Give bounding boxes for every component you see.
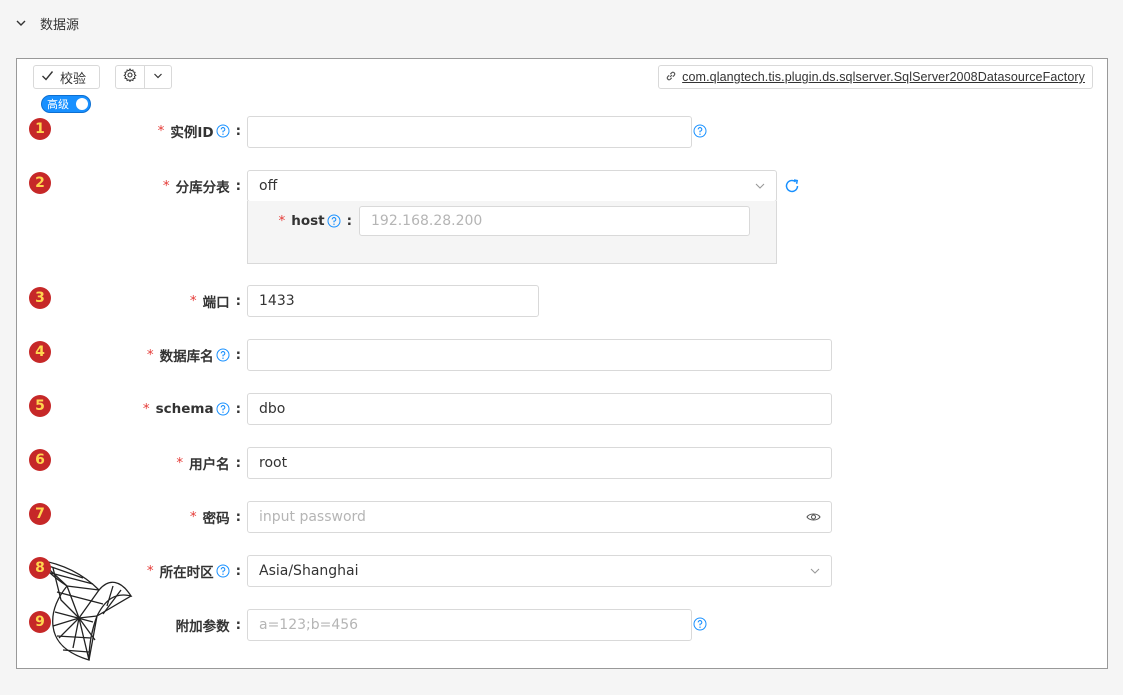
- timezone-select[interactable]: Asia/Shanghai: [247, 555, 832, 587]
- field-label-instance-id: * 实例ID :: [157, 123, 241, 141]
- required-mark: *: [157, 123, 165, 139]
- help-icon[interactable]: [216, 402, 230, 416]
- help-icon[interactable]: [216, 564, 230, 578]
- field-label-timezone: * 所在时区 :: [146, 563, 241, 581]
- help-icon[interactable]: [693, 617, 707, 635]
- step-badge-3: 3: [29, 287, 51, 309]
- gear-icon: [123, 68, 137, 86]
- settings-dropdown-button[interactable]: [145, 66, 171, 88]
- help-icon[interactable]: [327, 214, 341, 228]
- gear-button[interactable]: [116, 66, 146, 88]
- toggle-knob: [76, 98, 88, 110]
- plugin-link-button[interactable]: com.qlangtech.tis.plugin.ds.sqlserver.Sq…: [658, 65, 1093, 89]
- eye-icon[interactable]: [806, 510, 821, 528]
- required-mark: *: [176, 455, 184, 471]
- schema-input[interactable]: dbo: [247, 393, 832, 425]
- sharding-select[interactable]: off: [247, 170, 777, 202]
- field-label-database-name: * 数据库名 :: [146, 347, 241, 365]
- field-label-extra-params: 附加参数 :: [175, 617, 241, 635]
- field-label-schema: * schema :: [142, 401, 241, 417]
- chevron-down-icon: [809, 565, 821, 581]
- chevron-down-icon: [754, 180, 766, 196]
- plugin-link-text: com.qlangtech.tis.plugin.ds.sqlserver.Sq…: [682, 70, 1085, 84]
- step-badge-1: 1: [29, 118, 51, 140]
- validate-label: 校验: [60, 71, 87, 87]
- settings-button-group: [115, 65, 172, 89]
- host-input[interactable]: 192.168.28.200: [359, 206, 750, 236]
- check-icon: [41, 69, 54, 86]
- username-input[interactable]: root: [247, 447, 832, 479]
- required-mark: *: [146, 347, 154, 363]
- help-icon[interactable]: [693, 124, 707, 142]
- sharding-select-value: off: [259, 178, 278, 194]
- required-mark: *: [189, 509, 197, 525]
- extra-params-input[interactable]: a=123;b=456: [247, 609, 692, 641]
- password-placeholder: input password: [259, 509, 366, 525]
- step-badge-6: 6: [29, 449, 51, 471]
- step-badge-9: 9: [29, 611, 51, 633]
- refresh-icon[interactable]: [784, 178, 800, 198]
- field-label-sharding: * 分库分表 :: [162, 178, 241, 196]
- required-mark: *: [189, 293, 197, 309]
- link-icon: [665, 70, 677, 85]
- step-badge-7: 7: [29, 503, 51, 525]
- step-badge-2: 2: [29, 172, 51, 194]
- help-icon[interactable]: [216, 348, 230, 362]
- required-mark: *: [278, 213, 286, 229]
- advanced-toggle[interactable]: 高级: [41, 95, 91, 113]
- field-label-port: * 端口 :: [189, 293, 241, 311]
- step-badge-8: 8: [29, 557, 51, 579]
- field-label-password: * 密码 :: [189, 509, 241, 527]
- field-label-host: * host :: [278, 213, 352, 229]
- datasource-panel: 校验 com.qlangtech.tis.plugin.ds.sqlserver…: [16, 58, 1108, 669]
- validate-button[interactable]: 校验: [33, 65, 100, 89]
- instance-id-input[interactable]: [247, 116, 692, 148]
- field-label-username: * 用户名 :: [176, 455, 241, 473]
- section-header[interactable]: 数据源: [14, 12, 79, 34]
- password-input[interactable]: input password: [247, 501, 832, 533]
- advanced-toggle-label: 高级: [47, 98, 69, 111]
- step-badge-4: 4: [29, 341, 51, 363]
- chevron-down-icon: [153, 70, 163, 85]
- required-mark: *: [146, 563, 154, 579]
- help-icon[interactable]: [216, 124, 230, 138]
- section-title: 数据源: [40, 17, 80, 33]
- required-mark: *: [162, 178, 170, 194]
- chevron-down-icon[interactable]: [14, 16, 28, 30]
- database-name-input[interactable]: [247, 339, 832, 371]
- port-input[interactable]: 1433: [247, 285, 539, 317]
- step-badge-5: 5: [29, 395, 51, 417]
- timezone-select-value: Asia/Shanghai: [259, 563, 359, 579]
- required-mark: *: [142, 401, 150, 417]
